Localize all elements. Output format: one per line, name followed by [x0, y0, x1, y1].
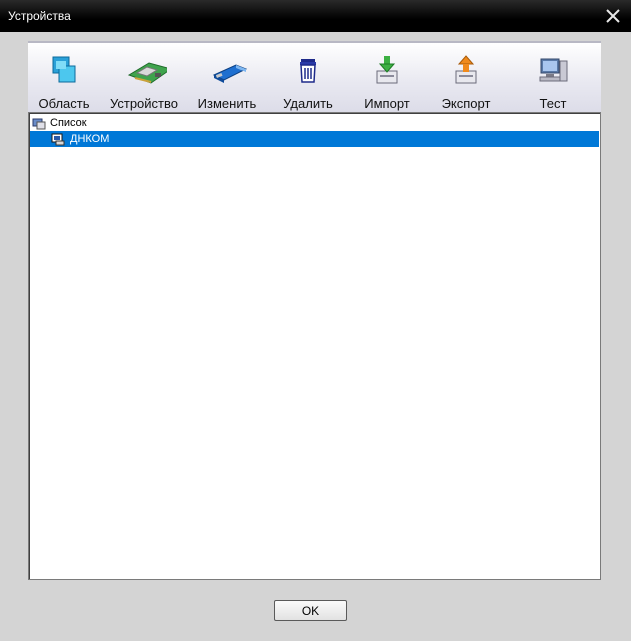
- tree-root-row[interactable]: Список: [30, 115, 599, 131]
- trash-icon: [300, 59, 316, 83]
- delete-label: Удалить: [283, 96, 333, 111]
- title-bar: Устройства: [0, 0, 631, 32]
- import-label: Импорт: [364, 96, 410, 111]
- edit-stick-icon: [212, 64, 247, 83]
- device-tree[interactable]: Список ДНКОМ: [28, 112, 601, 580]
- computer-test-icon: [539, 58, 568, 82]
- close-icon[interactable]: [603, 6, 623, 26]
- export-button[interactable]: Экспорт: [428, 49, 504, 111]
- delete-button[interactable]: Удалить: [270, 49, 346, 111]
- area-icon: [52, 56, 76, 83]
- edit-label: Изменить: [197, 96, 257, 111]
- tree-item-dnkom[interactable]: ДНКОМ: [30, 131, 599, 147]
- edit-button[interactable]: Изменить: [189, 49, 265, 111]
- area-button[interactable]: Область: [26, 49, 102, 111]
- import-button[interactable]: Импорт: [349, 49, 425, 111]
- import-icon: [376, 56, 398, 84]
- device-button[interactable]: Устройство: [106, 49, 182, 111]
- device-label: Устройство: [109, 96, 178, 111]
- area-node-icon: [51, 133, 65, 146]
- ok-button[interactable]: OK: [274, 600, 347, 621]
- tree-item-label: ДНКОМ: [70, 133, 110, 145]
- test-button[interactable]: Тест: [515, 49, 591, 111]
- window-title: Устройства: [8, 9, 71, 23]
- area-label: Область: [38, 96, 90, 111]
- tree-root-label: Список: [50, 117, 87, 129]
- dialog-body: Область Устройство Изменить Удалить Импо…: [0, 32, 631, 641]
- test-label: Тест: [539, 96, 567, 111]
- export-icon: [455, 55, 477, 84]
- device-board-icon: [127, 62, 167, 84]
- toolbar: Область Устройство Изменить Удалить Импо…: [28, 41, 601, 113]
- export-label: Экспорт: [441, 96, 491, 111]
- list-root-icon: [32, 118, 46, 130]
